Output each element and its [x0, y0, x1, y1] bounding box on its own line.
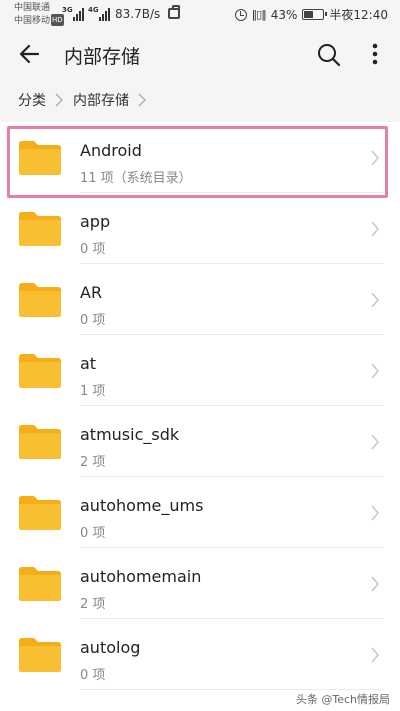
folder-icon	[19, 425, 61, 459]
app-bar: 内部存储	[0, 30, 400, 78]
folder-name: at	[80, 354, 97, 373]
chevron-right-icon	[371, 576, 379, 592]
folder-icon	[19, 567, 61, 601]
carrier-labels: 中国联通 中国移动 HD	[14, 2, 64, 27]
folder-icon	[19, 496, 61, 530]
folder-row-android[interactable]: Android 11 项（系统目录）	[0, 122, 400, 193]
folder-icon	[19, 212, 61, 246]
vibrate-icon: ‖▯‖	[251, 8, 267, 21]
folder-name: autohome_ums	[80, 496, 204, 515]
folder-icon	[19, 354, 61, 388]
breadcrumb-item-category[interactable]: 分类	[18, 90, 46, 110]
chevron-right-icon	[55, 93, 63, 107]
folder-name: Android	[80, 141, 142, 160]
signal-icon: 4G	[88, 6, 110, 22]
chevron-right-icon	[371, 150, 379, 166]
folder-item-count: 0 项	[80, 526, 106, 541]
folder-name: atmusic_sdk	[80, 425, 180, 444]
folder-row-app[interactable]: app 0 项	[0, 193, 400, 264]
folder-row-ar[interactable]: AR 0 项	[0, 264, 400, 335]
folder-icon	[19, 283, 61, 317]
folder-item-count: 2 项	[80, 597, 106, 612]
divider	[80, 689, 384, 690]
watermark: 头条 @Tech情报局	[295, 693, 390, 706]
folder-row-autohome-ums[interactable]: autohome_ums 0 项	[0, 477, 400, 548]
net-speed: 83.7B/s	[115, 7, 161, 21]
folder-name: autohomemain	[80, 567, 202, 586]
folder-item-count: 0 项	[80, 668, 106, 683]
file-list: Android 11 项（系统目录） app 0 项 AR 0 项 at 1 项 atmusic…	[0, 122, 400, 711]
folder-name: app	[80, 212, 111, 231]
carrier-1: 中国联通	[14, 3, 51, 13]
chevron-right-icon	[371, 363, 379, 379]
folder-row-at[interactable]: at 1 项	[0, 335, 400, 406]
folder-item-count: 2 项	[80, 455, 106, 470]
folder-item-count: 1 项	[80, 384, 106, 399]
sim1-gen: 3G	[62, 6, 73, 14]
folder-row-atmusic-sdk[interactable]: atmusic_sdk 2 项	[0, 406, 400, 477]
chevron-right-icon	[371, 647, 379, 663]
folder-name: autolog	[80, 638, 141, 657]
search-icon[interactable]	[316, 42, 342, 68]
back-arrow-icon[interactable]	[16, 40, 44, 68]
alarm-icon	[234, 8, 247, 21]
breadcrumb-item-internal-storage[interactable]: 内部存储	[73, 90, 129, 110]
folder-icon	[19, 638, 61, 672]
battery-icon	[302, 9, 328, 20]
folder-name: AR	[80, 283, 103, 302]
carrier-2: 中国移动	[14, 16, 51, 26]
chevron-right-icon	[371, 505, 379, 521]
folder-row-autohomemain[interactable]: autohomemain 2 项	[0, 548, 400, 619]
status-bar: 中国联通 中国移动 HD 3G 4G 83.7B/s ‖▯‖ 43% 半夜12:4…	[0, 0, 400, 30]
chevron-right-icon	[138, 93, 146, 107]
folder-item-count: 0 项	[80, 242, 106, 257]
breadcrumb: 分类 内部存储	[0, 78, 400, 122]
chevron-right-icon	[371, 221, 379, 237]
folder-item-count: 11 项（系统目录）	[80, 171, 192, 186]
bag-icon	[168, 5, 180, 19]
sim2-gen: 4G	[88, 6, 99, 14]
folder-row-autolog[interactable]: autolog 0 项	[0, 619, 400, 690]
page-title: 内部存储	[64, 46, 141, 68]
signal-icons: 3G 4G	[62, 6, 110, 22]
battery-percent: 43%	[270, 7, 298, 22]
signal-icon: 3G	[62, 6, 84, 22]
folder-item-count: 0 项	[80, 313, 106, 328]
chevron-right-icon	[371, 292, 379, 308]
clock: 半夜12:40	[329, 8, 388, 22]
folder-icon	[19, 141, 61, 175]
more-vertical-icon[interactable]	[366, 42, 384, 68]
chevron-right-icon	[371, 434, 379, 450]
